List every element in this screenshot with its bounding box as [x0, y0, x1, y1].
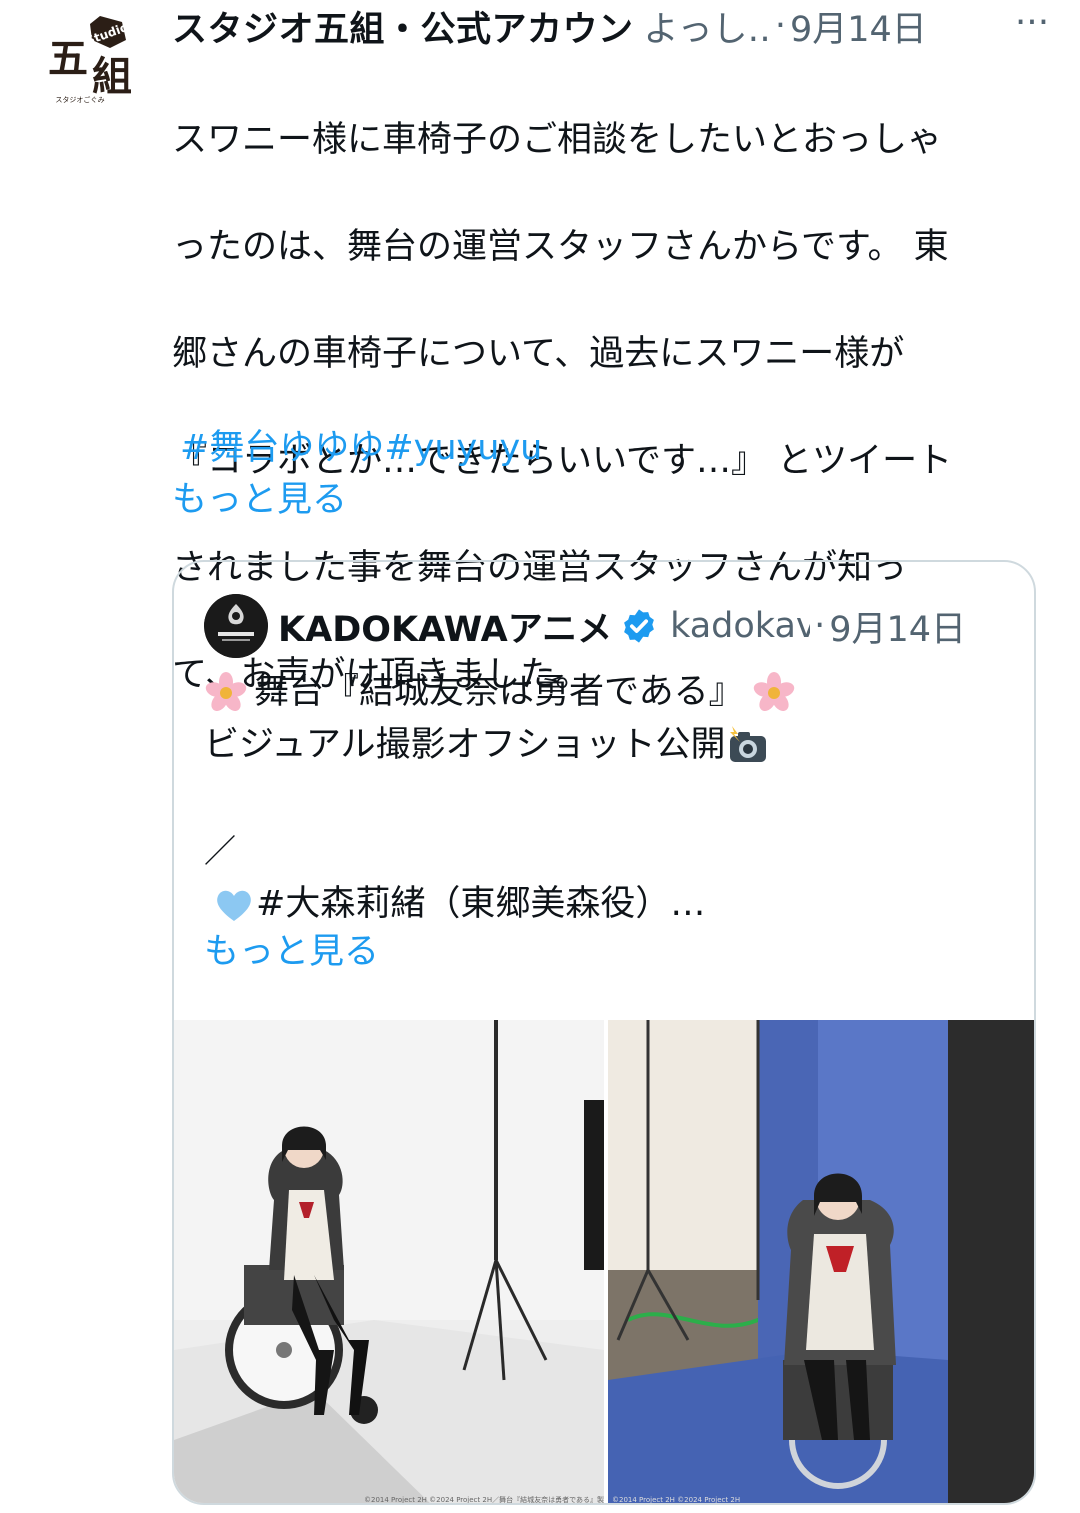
author-display-name[interactable]: スタジオ五組・公式アカウン — [172, 1, 634, 52]
quoted-photo-2[interactable]: ©2014 Project 2H ©2024 Project 2H — [608, 1020, 1034, 1504]
tweet-text-line: 郷さんの車椅子について、過去にスワニー様が — [172, 333, 905, 374]
photo-credit: ©2014 Project 2H ©2024 Project 2H／舞台『結城友… — [364, 1495, 604, 1504]
quoted-author-name[interactable]: KADOKAWAアニメ — [278, 601, 612, 652]
quoted-text-line: ビジュアル撮影オフショット公開 — [204, 719, 1004, 772]
studio-gokumi-logo: Studio 五 組 スタジオごぐみ — [46, 16, 132, 104]
svg-text:組: 組 — [92, 53, 132, 100]
more-options-button[interactable]: ··· — [1008, 5, 1056, 48]
more-options-icon: ··· — [1014, 2, 1050, 43]
sakura-icon — [753, 671, 794, 711]
author-avatar[interactable]: Studio 五 組 スタジオごぐみ — [40, 10, 144, 104]
tweet-header: スタジオ五組・公式アカウン よっし‥ · 9月14日 — [172, 0, 1052, 52]
quoted-text-line: ／ — [204, 825, 1004, 878]
tweet-date[interactable]: 9月14日 — [790, 1, 927, 52]
svg-text:スタジオごぐみ: スタジオごぐみ — [55, 95, 104, 104]
quoted-text-span: 舞台『結城友奈は勇者である』 — [254, 672, 744, 712]
show-more-link[interactable]: もっと見る — [172, 472, 347, 528]
camera-flash-icon — [729, 725, 766, 762]
tweet-text-line: スワニー様に車椅子のご相談をしたいとおっしゃ — [172, 119, 943, 160]
wheelchair-photo-blue-backdrop: ©2014 Project 2H ©2024 Project 2H — [608, 1020, 1034, 1504]
quoted-tweet-header: KADOKAWAアニメ kadokav · 9月14日 — [278, 600, 1008, 652]
svg-text:五: 五 — [48, 35, 88, 82]
slash-glyph: ／ — [204, 832, 237, 870]
hashtag-link[interactable]: #舞台ゆゆゆ — [180, 428, 384, 468]
photo-credit: ©2014 Project 2H ©2024 Project 2H — [612, 1496, 740, 1504]
hashtag-row: #舞台ゆゆゆ#yuyuyu — [180, 420, 542, 476]
quoted-show-more-link[interactable]: もっと見る — [204, 924, 379, 980]
quoted-text-line — [204, 772, 1004, 825]
quoted-tweet-date[interactable]: 9月14日 — [829, 601, 966, 652]
kadokawa-logo — [204, 594, 268, 658]
quoted-author-avatar[interactable] — [204, 594, 268, 658]
sakura-icon — [205, 671, 247, 711]
quoted-tweet-card[interactable]: KADOKAWAアニメ kadokav · 9月14日 舞台『結城友奈は勇者であ… — [172, 560, 1036, 1505]
quoted-tweet-text: 舞台『結城友奈は勇者である』 ビジュアル撮影オフショット公開 ／ #大森莉緒（東… — [204, 666, 1004, 931]
blue-heart-icon — [217, 890, 251, 921]
quoted-text-span: ビジュアル撮影オフショット公開 — [204, 725, 726, 765]
separator-dot: · — [774, 6, 786, 46]
verified-badge-icon — [624, 609, 654, 643]
wheelchair-photo-studio: ©2014 Project 2H ©2024 Project 2H／舞台『結城友… — [174, 1020, 604, 1504]
quoted-photo-1[interactable]: ©2014 Project 2H ©2024 Project 2H／舞台『結城友… — [174, 1020, 604, 1504]
hashtag-link[interactable]: #yuyuyu — [384, 428, 542, 468]
quoted-author-handle[interactable]: kadokav — [670, 606, 810, 646]
author-handle[interactable]: よっし‥ — [644, 1, 771, 52]
tweet-text-line: ったのは、舞台の運営スタッフさんからです。 東 — [172, 226, 949, 267]
separator-dot: · — [814, 606, 826, 646]
quoted-text-line: 舞台『結城友奈は勇者である』 — [204, 666, 1004, 719]
